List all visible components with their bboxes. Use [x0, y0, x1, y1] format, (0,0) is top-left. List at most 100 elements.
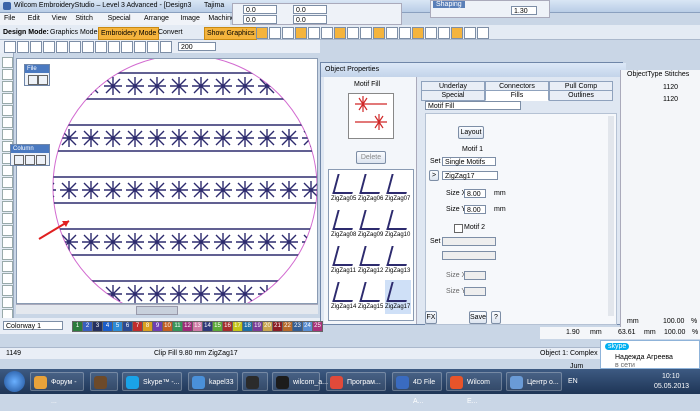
motif-item[interactable]: ZigZag08 [331, 208, 358, 242]
toolbar-tool-icon[interactable] [256, 27, 268, 39]
digitizing-tool-icon[interactable] [2, 213, 13, 224]
colorway-select[interactable]: Colorway 1 [3, 321, 63, 330]
save-button[interactable]: Save [469, 311, 487, 324]
embroidery-mode-button[interactable]: Embroidery Mode [98, 27, 160, 40]
digitizing-tool-icon[interactable] [2, 273, 13, 284]
toolbar-tool-icon[interactable] [373, 27, 385, 39]
horizontal-scrollbar[interactable] [16, 304, 318, 315]
standard-tool-icon[interactable] [82, 41, 94, 53]
menu-edit[interactable]: Edit [28, 15, 40, 22]
scale-y-value[interactable]: 100.00 [664, 329, 685, 336]
standard-tool-icon[interactable] [121, 41, 133, 53]
layout-button[interactable]: Layout [458, 126, 484, 139]
motif2-select[interactable] [442, 251, 496, 260]
taskbar-item[interactable]: 4D File A... [392, 372, 442, 405]
digitizing-tool-icon[interactable] [2, 225, 13, 236]
digitizing-tool-icon[interactable] [2, 261, 13, 272]
tab-outlines[interactable]: Outlines [549, 90, 613, 101]
width-field[interactable]: 0.0 [293, 5, 327, 14]
set-select[interactable]: Single Motifs [442, 157, 496, 166]
height-field[interactable]: 0.0 [293, 15, 327, 24]
language-indicator[interactable]: EN [568, 378, 578, 385]
taskbar-item[interactable]: wilcom_a... [272, 372, 328, 391]
graphics-mode-button[interactable]: Graphics Mode [50, 29, 97, 36]
clock-date[interactable]: 05.05.2013 [654, 383, 689, 390]
digitizing-tool-icon[interactable] [2, 81, 13, 92]
menu-machine[interactable]: Machine [208, 15, 234, 22]
scale-x-value[interactable]: 100.00 [663, 318, 684, 325]
column-b-icon[interactable] [25, 155, 35, 165]
set2-select[interactable] [442, 237, 496, 246]
toolbar-tool-icon[interactable] [321, 27, 333, 39]
digitizing-tool-icon[interactable] [2, 117, 13, 128]
menu-special[interactable]: Special [108, 15, 131, 22]
taskbar-item[interactable] [90, 372, 118, 391]
standard-tool-icon[interactable] [134, 41, 146, 53]
motif-item[interactable]: ZigZag09 [358, 208, 385, 242]
digitizing-tool-icon[interactable] [2, 189, 13, 200]
fx-button[interactable]: FX [425, 311, 437, 324]
motif-list[interactable]: ZigZag05 ZigZag06 ZigZag07 ZigZag08 ZigZag09… [328, 169, 414, 321]
toolbar-tool-icon[interactable] [425, 27, 437, 39]
toolbar-tool-icon[interactable] [399, 27, 411, 39]
select-icon[interactable] [28, 75, 38, 85]
toolbar-tool-icon[interactable] [334, 27, 346, 39]
digitizing-tool-icon[interactable] [2, 297, 13, 308]
motif-item[interactable]: ZigZag11 [331, 244, 358, 278]
taskbar-item[interactable] [242, 372, 268, 391]
taskbar-item[interactable]: kapel33 [188, 372, 238, 391]
digitizing-tool-icon[interactable] [2, 69, 13, 80]
design-canvas[interactable] [16, 54, 318, 320]
standard-tool-icon[interactable] [160, 41, 172, 53]
show-graphics-button[interactable]: Show Graphics [204, 27, 258, 40]
standard-tool-icon[interactable] [69, 41, 81, 53]
digitizing-tool-icon[interactable] [2, 201, 13, 212]
taskbar-item[interactable]: Wilcom E... [446, 372, 502, 405]
digitizing-tool-icon[interactable] [2, 57, 13, 68]
menu-stitch[interactable]: Stitch [75, 15, 93, 22]
taskbar-item[interactable]: Програм... [326, 372, 386, 391]
toolbar-tool-icon[interactable] [477, 27, 489, 39]
standard-tool-icon[interactable] [108, 41, 120, 53]
motif-item[interactable]: ZigZag05 [331, 172, 358, 206]
taskbar-item[interactable]: Форум - ... [30, 372, 84, 405]
digitizing-tool-icon[interactable] [2, 165, 13, 176]
delete-button[interactable]: Delete [356, 151, 386, 164]
fill-type-select[interactable]: Motif Fill [425, 101, 521, 110]
toolbar-tool-icon[interactable] [386, 27, 398, 39]
reshape-icon[interactable] [38, 75, 48, 85]
coord-y-field[interactable]: 0.0 [243, 15, 277, 24]
toolbar-tool-icon[interactable] [360, 27, 372, 39]
size-x2-field[interactable] [464, 271, 486, 280]
standard-tool-icon[interactable] [17, 41, 29, 53]
toolbar-tool-icon[interactable] [347, 27, 359, 39]
motif-item[interactable]: ZigZag15 [358, 280, 385, 314]
column-c-icon[interactable] [36, 155, 46, 165]
column-a-icon[interactable] [14, 155, 24, 165]
zoom-select[interactable]: 200 [178, 42, 216, 51]
settings-scrollbar[interactable] [608, 116, 614, 316]
toolbar-tool-icon[interactable] [295, 27, 307, 39]
size-y-field[interactable]: 8.00 [464, 205, 486, 214]
digitizing-tool-icon[interactable] [2, 237, 13, 248]
motif-apply-button[interactable]: > [429, 170, 439, 181]
width-value[interactable]: 1.90 [566, 329, 580, 336]
menu-view[interactable]: View [52, 15, 67, 22]
height-value[interactable]: 63.61 [618, 329, 636, 336]
tab-special[interactable]: Special [421, 90, 485, 101]
tab-fills[interactable]: Fills [485, 90, 549, 101]
size-x-field[interactable]: 8.00 [464, 189, 486, 198]
toolbar-tool-icon[interactable] [451, 27, 463, 39]
standard-tool-icon[interactable] [95, 41, 107, 53]
motif-item[interactable]: ZigZag10 [385, 208, 412, 242]
digitizing-tool-icon[interactable] [2, 177, 13, 188]
motif-item[interactable]: ZigZag07 [385, 172, 412, 206]
motif-item[interactable]: ZigZag12 [358, 244, 385, 278]
help-button[interactable]: ? [491, 311, 501, 324]
standard-tool-icon[interactable] [4, 41, 16, 53]
scroll-thumb[interactable] [136, 306, 178, 315]
coord-x-field[interactable]: 0.0 [243, 5, 277, 14]
motif2-checkbox[interactable] [454, 224, 463, 233]
digitizing-tool-icon[interactable] [2, 105, 13, 116]
standard-tool-icon[interactable] [30, 41, 42, 53]
